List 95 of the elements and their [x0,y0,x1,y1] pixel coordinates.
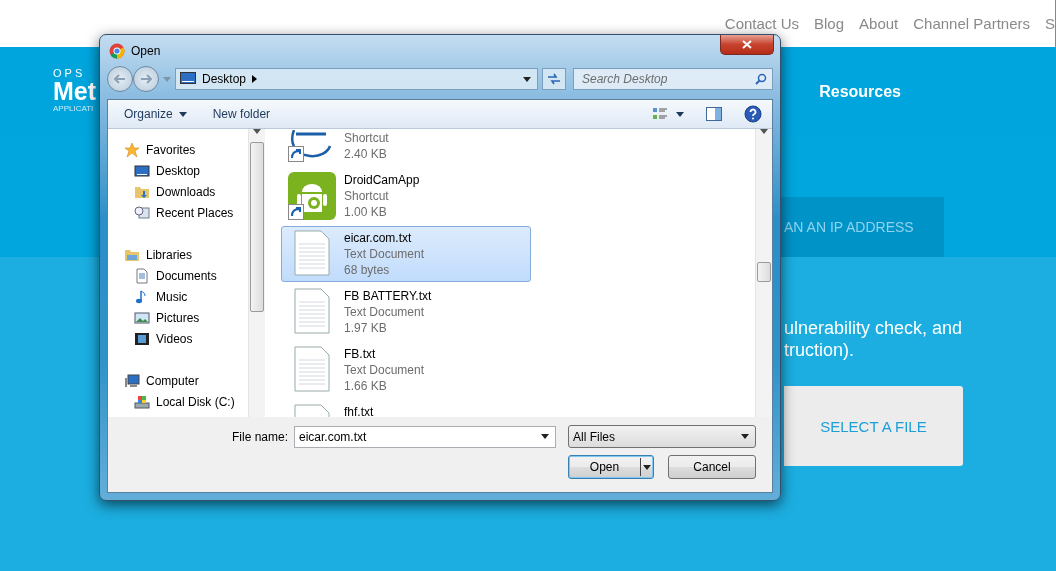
nav-group[interactable]: Computer [124,370,248,391]
path-segment[interactable]: Desktop [202,72,247,86]
refresh-icon [547,73,561,85]
nav-item[interactable]: Documents [124,265,248,286]
clock-window-icon [134,204,150,221]
file-detail: 1.00 KB [344,204,388,220]
file-name: FB BATTERY.txt [344,288,432,304]
file-detail: 1.66 KB [344,378,388,394]
arrow-left-icon [114,74,126,84]
help-button[interactable] [742,103,764,125]
logo-text: OPS [53,68,87,79]
caret-icon [163,76,171,82]
close-icon [742,40,752,49]
search-icon [755,73,767,85]
logo-text: Met [53,79,98,103]
film-icon [134,330,150,347]
caret-icon [676,111,684,117]
file-item[interactable]: FB.txt Text Document 1.66 KB [281,342,531,398]
search-field[interactable]: Search Desktop [573,68,773,90]
caret-icon [741,434,749,439]
shortcut-arrow-icon [288,204,304,220]
document-icon [134,267,150,284]
description-text: truction). [784,339,856,361]
logo-icon [288,130,332,160]
organize-menu[interactable]: Organize [116,104,195,124]
file-name: eicar.com.txt [344,230,413,246]
text-file-icon [294,230,330,276]
nav-item[interactable]: Downloads [124,181,248,202]
file-item[interactable]: Shortcut 2.40 KB [281,129,531,166]
preview-pane-button[interactable] [704,105,724,123]
text-file-icon [294,288,330,334]
caret-icon [643,464,651,470]
scrollbar[interactable] [755,129,772,417]
caret-icon [523,76,531,82]
file-item[interactable]: eicar.com.txt Text Document 68 bytes [281,226,531,282]
nav-link[interactable]: S [1045,15,1055,32]
nav-link[interactable]: Channel Partners [913,15,1030,32]
forward-button[interactable] [133,66,159,92]
nav-item[interactable]: Videos [124,328,248,349]
app-icon [109,42,125,59]
star-icon [124,141,140,158]
drive-icon [134,393,150,410]
description-text: ulnerability check, and [784,317,964,339]
text-file-icon [294,346,330,392]
picture-icon [134,309,150,326]
nav-item[interactable]: Local Disk (C:) [124,391,248,412]
open-button[interactable]: Open [568,455,654,479]
scrollbar[interactable] [248,129,265,417]
shortcut-arrow-icon [288,146,304,162]
file-detail: 1.97 KB [344,320,388,336]
caret-icon [541,434,549,439]
window-title: Open [131,43,161,58]
close-button[interactable] [720,35,774,55]
file-name-field[interactable]: eicar.com.txt [294,425,556,448]
nav-link[interactable]: Blog [814,15,845,32]
file-detail: Text Document [344,304,426,320]
view-icon [652,107,668,121]
file-detail: Shortcut [344,130,389,146]
file-item[interactable]: DroidCamApp Shortcut 1.00 KB [281,168,531,224]
cancel-button[interactable]: Cancel [668,455,756,479]
nav-group[interactable]: Favorites [124,139,248,160]
scrollbar-thumb[interactable] [757,262,771,282]
monitor-icon [134,162,150,179]
file-item[interactable]: FB BATTERY.txt Text Document 1.97 KB [281,284,531,340]
caret-icon [178,111,187,117]
nav-item[interactable]: Pictures [124,307,248,328]
nav-group[interactable]: Libraries [124,244,248,265]
logo-tagline: APPLICATI [53,103,95,115]
file-name: fhf.txt [344,404,374,417]
file-detail: Text Document [344,246,425,262]
computer-icon [124,372,140,389]
nav-link[interactable]: Contact Us [724,15,799,32]
back-button[interactable] [107,66,133,92]
nav-link[interactable]: About [859,15,899,32]
file-name-label: File name: [231,429,288,444]
address-bar[interactable]: Desktop [175,68,538,90]
arrow-right-icon [140,74,152,84]
refresh-button[interactable] [542,68,566,90]
file-type-dropdown[interactable]: All Files [568,425,756,448]
nav-item[interactable]: Desktop [124,160,248,181]
file-detail: 68 bytes [344,262,391,278]
file-detail: Shortcut [344,188,390,204]
file-detail: Text Document [344,362,425,378]
nav-item[interactable]: Recent Places [124,202,248,223]
file-name: FB.txt [344,346,377,362]
file-item[interactable]: fhf.txt [281,400,531,417]
pane-icon [706,107,722,121]
scrollbar-thumb[interactable] [250,142,264,312]
help-icon [744,105,762,123]
file-detail: 2.40 KB [344,146,388,162]
nav-item[interactable]: Music [124,286,248,307]
new-folder-button[interactable]: New folder [204,104,279,124]
file-name: DroidCamApp [344,172,420,188]
monitor-icon [180,72,196,86]
chevron-right-icon [252,75,258,83]
